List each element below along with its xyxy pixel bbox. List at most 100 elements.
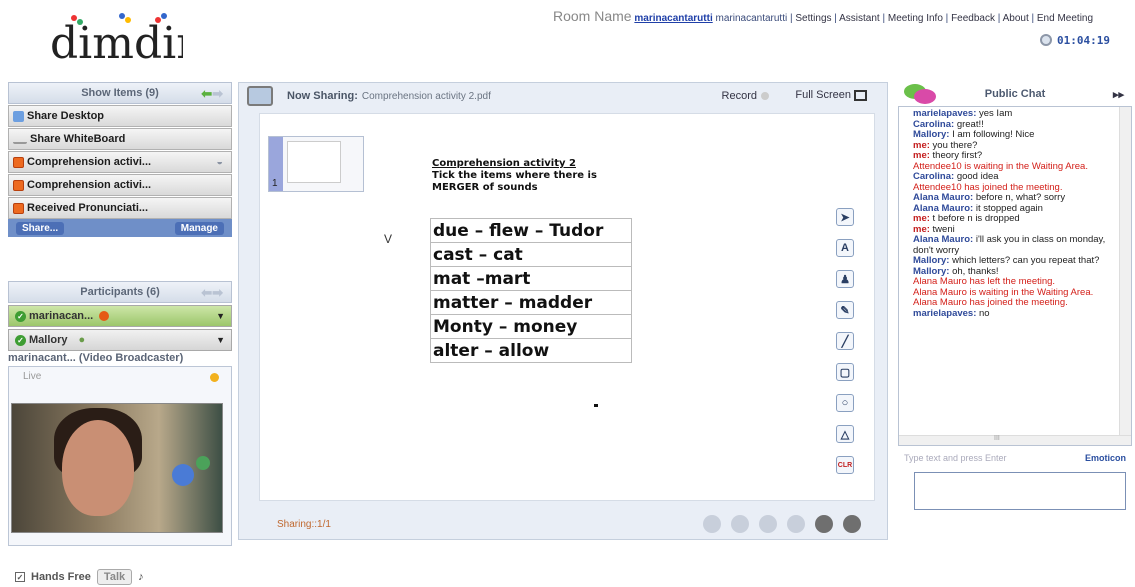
share-button[interactable]: Share... (16, 221, 65, 235)
sharing-panel: Now Sharing: Comprehension activity 2.pd… (238, 82, 888, 540)
video-footer: ✓ Hands Free Talk ♪ (9, 567, 233, 587)
feedback-link[interactable]: Feedback (951, 13, 995, 24)
record-button[interactable]: Record (722, 90, 769, 102)
item-label: Share Desktop (27, 110, 105, 122)
circle-tool-icon[interactable]: ○ (836, 394, 854, 412)
next-page-icon[interactable] (759, 515, 777, 533)
chat-sender: Carolina: (913, 118, 955, 130)
annotate-icon[interactable] (843, 515, 861, 533)
document-item[interactable]: Received Pronunciati... (8, 197, 232, 219)
word-pairs-table: due – flew – Tudor cast – cat mat –mart … (430, 218, 632, 363)
rectangle-tool-icon[interactable]: ▢ (836, 363, 854, 381)
chat-text: Alana Mauro has joined the meeting. (913, 297, 1068, 308)
end-meeting-link[interactable]: End Meeting (1037, 13, 1093, 24)
hands-free-checkbox[interactable]: ✓ (15, 572, 25, 582)
chat-sender: Alana Mauro: (913, 202, 974, 214)
logo-text: dimdim (50, 18, 183, 66)
dropdown-icon[interactable]: ▼ (216, 335, 225, 345)
pencil-tool-icon[interactable]: ✎ (836, 301, 854, 319)
monitor-icon (13, 110, 24, 122)
room-name-label: Room Name (553, 8, 632, 24)
dimdim-logo: dimdim (48, 10, 218, 69)
page-nav (703, 515, 861, 533)
whiteboard-canvas[interactable]: 1 Comprehension activity 2 Tick the item… (259, 113, 875, 501)
clock-icon (1040, 34, 1052, 46)
line-tool-icon[interactable]: ╱ (836, 332, 854, 350)
timer-value: 01:04:19 (1057, 33, 1110, 47)
chat-sender: Mallory: (913, 129, 950, 140)
nav-arrows[interactable]: ⬅➡ (201, 285, 223, 301)
room-name-link[interactable]: marinacantarutti (634, 13, 712, 24)
table-row: matter – madder (430, 290, 632, 315)
clear-tool-button[interactable]: CLR (836, 456, 854, 474)
chat-text: theory first? (929, 150, 983, 161)
expand-icon[interactable]: ▸▸ (1113, 88, 1124, 101)
horizontal-scrollbar[interactable]: III (899, 435, 1131, 445)
chat-text: I am following! Nice (949, 129, 1035, 140)
status-dot-icon (210, 373, 219, 382)
video-panel: Live ✓ Hands Free Talk ♪ (8, 366, 232, 585)
room-info-bar: Room Name marinacantarutti marinacantaru… (553, 8, 1094, 24)
talk-button[interactable]: Talk (96, 569, 133, 585)
chat-sender: me: (913, 213, 930, 224)
stamp-tool-icon[interactable]: ♟ (836, 270, 854, 288)
share-desktop-item[interactable]: Share Desktop (8, 105, 232, 127)
assistant-link[interactable]: Assistant (839, 13, 880, 24)
settings-link[interactable]: Settings (795, 13, 831, 24)
manage-button[interactable]: Manage (174, 221, 224, 235)
chat-text: yes Iam (976, 108, 1013, 119)
mic-settings-icon[interactable]: ♪ (138, 571, 144, 583)
nav-arrows[interactable]: ⬅➡ (201, 86, 223, 102)
first-page-icon[interactable] (703, 515, 721, 533)
scroll-thumb[interactable]: III (994, 434, 1000, 445)
text-tool-icon[interactable]: A (836, 239, 854, 257)
table-row: cast – cat (430, 242, 632, 267)
ppt-icon (13, 156, 24, 168)
chat-text: great!! (954, 118, 984, 130)
page-thumbnail[interactable]: 1 (268, 136, 364, 192)
v-mark: V (384, 232, 393, 246)
whiteboard-tools: ➤ A ♟ ✎ ╱ ▢ ○ △ CLR (836, 208, 856, 487)
stop-icon[interactable] (815, 515, 833, 533)
document-item[interactable]: Comprehension activi... ◒ (8, 151, 232, 173)
last-page-icon[interactable] (787, 515, 805, 533)
arrow-tool-icon[interactable]: ➤ (836, 208, 854, 226)
meeting-info-link[interactable]: Meeting Info (888, 13, 943, 24)
chat-input[interactable] (914, 472, 1126, 510)
chat-text: Attendee10 is waiting in the Waiting Are… (913, 160, 1088, 172)
chat-sender: marielapaves: (913, 307, 977, 319)
prev-page-icon[interactable] (731, 515, 749, 533)
participants-header: Participants (6) ⬅➡ (8, 281, 232, 303)
webcam-video (11, 403, 223, 533)
sharing-page-indicator: Sharing::1/1 (277, 518, 331, 530)
ppt-icon (13, 202, 24, 214)
vertical-scrollbar[interactable] (1119, 107, 1131, 445)
dropdown-icon[interactable]: ▼ (216, 311, 225, 321)
item-label: Received Pronunciati... (27, 202, 149, 214)
about-link[interactable]: About (1003, 13, 1029, 24)
participant-row[interactable]: ✓ marinacan... ▼ (8, 305, 232, 327)
emoticon-button[interactable]: Emoticon (1085, 453, 1126, 463)
meeting-timer: 01:04:19 (1040, 32, 1110, 48)
table-row: alter – allow (430, 338, 632, 363)
document-item[interactable]: Comprehension activi... (8, 174, 232, 196)
chat-title: Public Chat (984, 88, 1046, 100)
show-items-header: Show Items (9) ⬅➡ (8, 82, 232, 104)
triangle-tool-icon[interactable]: △ (836, 425, 854, 443)
chat-sender: Mallory: (913, 265, 950, 277)
participants-title: Participants (6) (80, 286, 160, 298)
word-cell: matter – madder (430, 290, 632, 315)
participant-row[interactable]: ✓ Mallory ● ▼ (8, 329, 232, 351)
participant-name: marinacan... (29, 310, 94, 322)
fullscreen-button[interactable]: Full Screen (795, 89, 867, 101)
chat-text: no (976, 307, 990, 319)
item-label: Share WhiteBoard (30, 133, 126, 145)
heading-line: Tick the items where there is (432, 170, 597, 181)
monitor-icon (247, 86, 273, 106)
share-whiteboard-item[interactable]: Share WhiteBoard (8, 128, 232, 150)
item-label: Comprehension activi... (27, 179, 152, 191)
chat-text: which letters? can you repeat that? (949, 255, 1100, 266)
chat-log[interactable]: marielapaves: yes Iam Carolina: great!! Ma… (898, 106, 1132, 446)
word-cell: due – flew – Tudor (430, 218, 632, 243)
table-row: due – flew – Tudor (430, 218, 632, 243)
